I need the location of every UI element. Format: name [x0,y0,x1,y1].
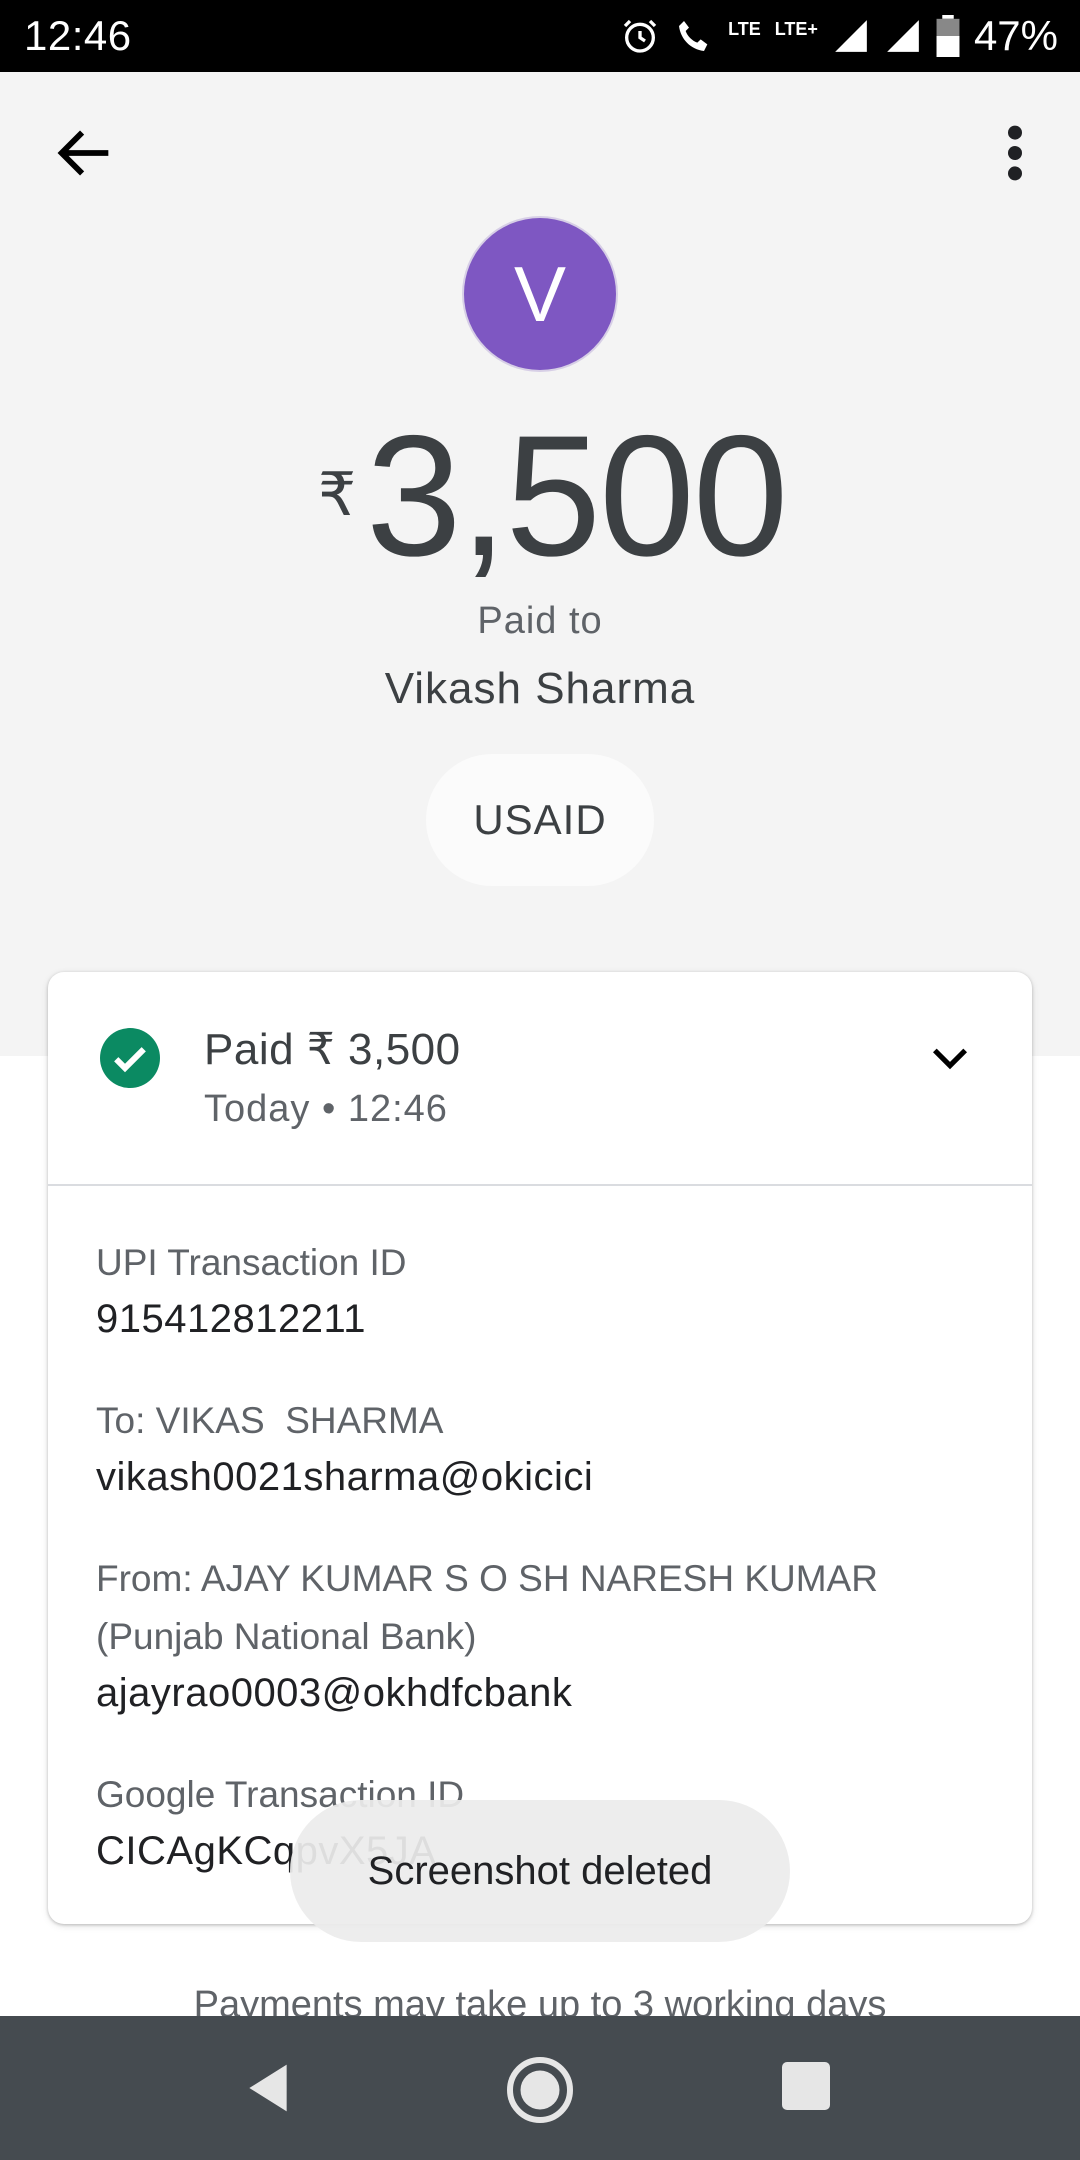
upi-transaction-id-label: UPI Transaction ID [96,1242,407,1283]
nav-recents-icon[interactable] [782,2062,830,2110]
status-icons: LTE LTE+ 47% [620,10,1058,62]
payment-note-chip: USAID [426,754,654,886]
transaction-card: Paid ₹ 3,500 Today • 12:46 UPI Transacti… [48,972,1032,1924]
transaction-time: Today • 12:46 [204,1088,448,1130]
network-label-lte: LTE [728,19,761,39]
status-bar: 12:46 LTE LTE+ 47% [0,0,1080,72]
paid-to-label: Paid to [477,600,603,642]
expand-details-button[interactable] [924,1032,976,1084]
sender-label: From: AJAY KUMAR S O SH NARESH KUMAR [96,1558,878,1599]
sender-bank-label: (Punjab National Bank) [96,1616,477,1657]
sender-upi-id[interactable]: ajayrao0003@okhdfcbank [96,1666,878,1720]
battery-icon [936,15,960,57]
signal-icon-2 [887,20,919,52]
navigation-bar [0,2016,1080,2160]
toast-message: Screenshot deleted [290,1800,790,1942]
transaction-status-row[interactable]: Paid ₹ 3,500 Today • 12:46 [48,972,1032,1184]
status-time: 12:46 [24,12,132,59]
arrow-left-icon [57,130,109,176]
nav-home-icon[interactable] [504,2054,576,2126]
alarm-icon [623,19,657,53]
chevron-down-icon [932,1048,968,1070]
recipient-upi-id[interactable]: vikash0021sharma@okicici [96,1450,593,1504]
sender-section: From: AJAY KUMAR S O SH NARESH KUMAR (Pu… [96,1550,878,1720]
signal-icon [835,20,867,52]
upi-transaction-id-value[interactable]: 915412812211 [96,1292,407,1346]
avatar: V [464,218,616,370]
network-label-lte-plus: LTE+ [774,19,818,39]
battery-percent: 47% [973,12,1058,59]
recipient-section: To: VIKAS SHARMA vikash0021sharma@okicic… [96,1392,593,1504]
amount-display: ₹ 3,500 [0,400,1080,590]
currency-symbol: ₹ [318,461,357,528]
nav-back-icon[interactable] [240,2060,296,2116]
payment-header: V ₹ 3,500 Paid to Vikash Sharma USAID [0,72,1080,1056]
transaction-status-text: Paid ₹ 3,500 [204,1025,461,1074]
payee-name: Vikash Sharma [384,664,696,713]
more-options-button[interactable] [990,118,1040,188]
check-circle-icon [100,1028,160,1088]
more-vert-icon [1008,125,1022,181]
wifi-calling-icon [679,21,708,51]
amount-value: 3,500 [366,400,788,592]
back-button[interactable] [50,118,120,188]
recipient-label: To: VIKAS SHARMA [96,1400,444,1441]
upi-transaction-id-section: UPI Transaction ID 915412812211 [96,1234,407,1346]
card-divider [48,1184,1032,1186]
